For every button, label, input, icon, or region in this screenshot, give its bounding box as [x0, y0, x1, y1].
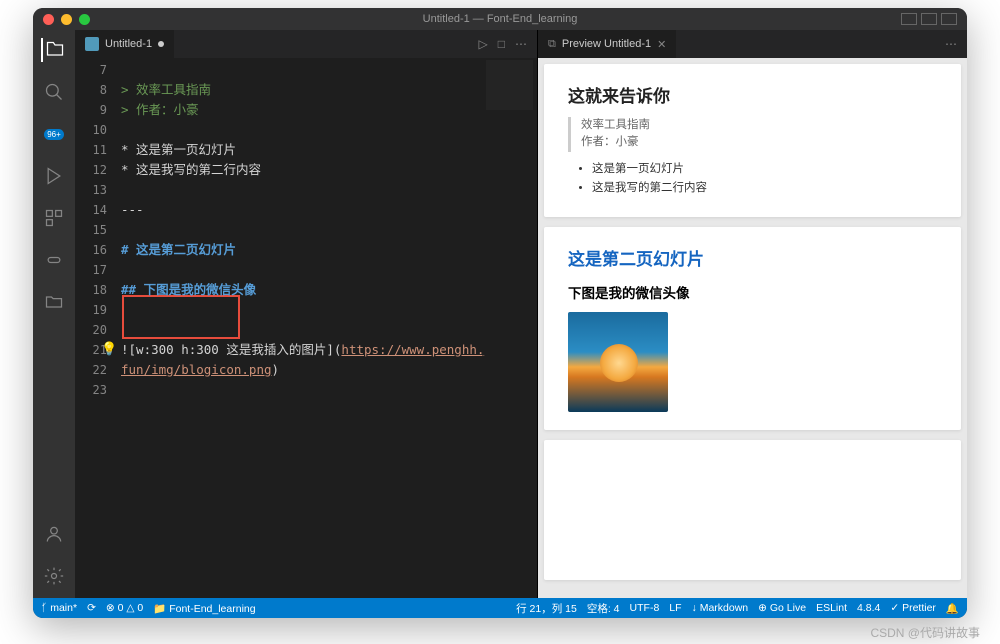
- layout-icon[interactable]: [901, 13, 917, 25]
- minimize-icon[interactable]: [61, 14, 72, 25]
- slide-1: 这就来告诉你 效率工具指南 作者：小豪 这是第一页幻灯片 这是我写的第二行内容: [544, 64, 961, 217]
- branch-status[interactable]: ᚶ main*: [41, 602, 77, 614]
- code-editor-pane: Untitled-1 ▷ □ ⋯ 78910111213141516171819…: [75, 30, 537, 598]
- debug-icon[interactable]: [42, 164, 66, 188]
- layout-icon[interactable]: [941, 13, 957, 25]
- editor-tab[interactable]: Untitled-1: [75, 30, 174, 58]
- run-icon[interactable]: ▷: [479, 37, 488, 51]
- list-item: 这是第一页幻灯片: [592, 160, 937, 180]
- list-item: 这是我写的第二行内容: [592, 179, 937, 199]
- activity-bar: 96+: [33, 30, 75, 598]
- markdown-icon: [85, 37, 99, 51]
- folder-status[interactable]: 📁 Font-End_learning: [153, 602, 255, 615]
- bell-icon[interactable]: 🔔: [946, 602, 959, 615]
- editor-tab-bar: Untitled-1 ▷ □ ⋯: [75, 30, 537, 58]
- preview-tab-bar: ⧉ Preview Untitled-1 ✕ ⋯: [538, 30, 967, 58]
- code-area[interactable]: 7891011121314151617181920212223 > 效率工具指南…: [75, 58, 537, 598]
- golive-status[interactable]: ⊕ Go Live: [758, 602, 806, 614]
- folder-icon[interactable]: [42, 290, 66, 314]
- encoding-status[interactable]: UTF-8: [630, 602, 660, 614]
- spaces-status[interactable]: 空格: 4: [587, 601, 620, 616]
- prettier-status[interactable]: ✓ Prettier: [890, 602, 936, 614]
- watermark: CSDN @代码讲故事: [870, 624, 980, 641]
- source-control-icon[interactable]: 96+: [42, 122, 66, 146]
- cursor-position[interactable]: 行 21，列 15: [516, 601, 577, 616]
- problems-status[interactable]: ⊗ 0 △ 0: [106, 602, 143, 614]
- slide-image: [568, 312, 668, 412]
- explorer-icon[interactable]: [41, 38, 65, 62]
- account-icon[interactable]: [42, 522, 66, 546]
- slide-h3: 下图是我的微信头像: [568, 282, 937, 302]
- slide-quote: 效率工具指南 作者：小豪: [568, 117, 937, 152]
- slide-3: [544, 440, 961, 580]
- slide-2: 这是第二页幻灯片 下图是我的微信头像: [544, 227, 961, 430]
- eol-status[interactable]: LF: [669, 602, 681, 614]
- status-bar: ᚶ main* ⟳ ⊗ 0 △ 0 📁 Font-End_learning 行 …: [33, 598, 967, 618]
- version-status[interactable]: 4.8.4: [857, 602, 880, 614]
- editor-area: Untitled-1 ▷ □ ⋯ 78910111213141516171819…: [75, 30, 967, 598]
- maximize-icon[interactable]: [79, 14, 90, 25]
- eslint-status[interactable]: ESLint: [816, 602, 847, 614]
- split-icon[interactable]: □: [498, 37, 505, 51]
- window-title: Untitled-1 — Font-End_learning: [423, 13, 578, 25]
- sync-status[interactable]: ⟳: [87, 602, 96, 614]
- modified-dot-icon: [158, 41, 164, 47]
- traffic-lights: [43, 14, 90, 25]
- preview-tab[interactable]: ⧉ Preview Untitled-1 ✕: [538, 30, 676, 58]
- editor-actions: ▷ □ ⋯: [469, 37, 537, 51]
- line-gutter: 7891011121314151617181920212223: [75, 58, 121, 598]
- search-icon[interactable]: [42, 80, 66, 104]
- more-icon[interactable]: ⋯: [945, 37, 957, 51]
- gear-icon[interactable]: [42, 564, 66, 588]
- language-status[interactable]: ↓ Markdown: [692, 602, 749, 614]
- preview-body[interactable]: 这就来告诉你 效率工具指南 作者：小豪 这是第一页幻灯片 这是我写的第二行内容 …: [538, 58, 967, 598]
- slide-title: 这就来告诉你: [568, 82, 937, 107]
- code-content[interactable]: > 效率工具指南> 作者：小豪 * 这是第一页幻灯片* 这是我写的第二行内容 -…: [121, 58, 537, 598]
- extensions-icon[interactable]: [42, 206, 66, 230]
- titlebar: Untitled-1 — Font-End_learning: [33, 8, 967, 30]
- minimap[interactable]: [482, 58, 537, 598]
- tab-label: Preview Untitled-1: [562, 38, 651, 50]
- slide-h2: 这是第二页幻灯片: [568, 245, 937, 270]
- more-icon[interactable]: ⋯: [515, 37, 527, 51]
- preview-pane: ⧉ Preview Untitled-1 ✕ ⋯ 这就来告诉你 效率工具指南 作…: [537, 30, 967, 598]
- tab-label: Untitled-1: [105, 38, 152, 50]
- link-icon[interactable]: [42, 248, 66, 272]
- close-icon[interactable]: [43, 14, 54, 25]
- vscode-window: Untitled-1 — Font-End_learning 96+: [33, 8, 967, 618]
- layout-controls: [901, 13, 957, 25]
- slide-list: 这是第一页幻灯片 这是我写的第二行内容: [568, 160, 937, 199]
- main-area: 96+ Untitled-1 ▷ □: [33, 30, 967, 598]
- layout-icon[interactable]: [921, 13, 937, 25]
